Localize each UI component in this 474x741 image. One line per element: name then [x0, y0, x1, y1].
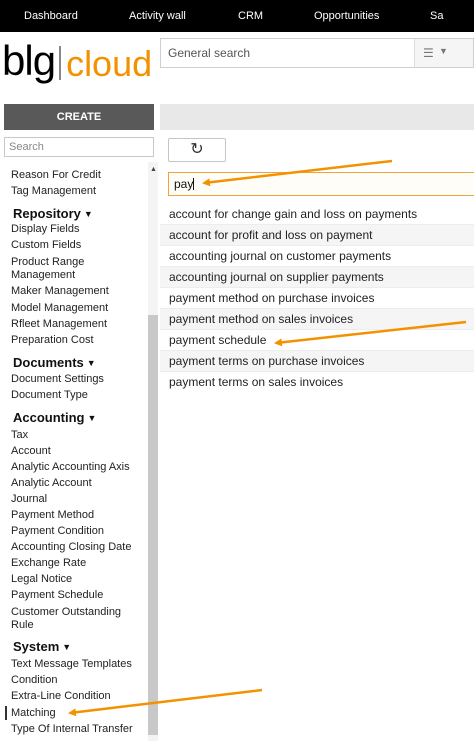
result-item[interactable]: payment terms on purchase invoices — [160, 351, 474, 372]
sidebar-item-type-of-internal-transfer[interactable]: Type Of Internal Transfer — [11, 723, 133, 736]
sidebar-item-matching[interactable]: Matching — [11, 707, 56, 720]
search-scope-dropdown[interactable]: ☰ ▼ — [414, 38, 474, 68]
sidebar-item-model-management[interactable]: Model Management — [11, 302, 108, 315]
sidebar-item-tag-management[interactable]: Tag Management — [11, 185, 96, 198]
sidebar-heading-documents[interactable]: Documents ▼ — [13, 355, 96, 370]
heading-label: System — [13, 639, 60, 654]
refresh-icon: ↻ — [190, 141, 204, 158]
logo-separator — [59, 46, 62, 80]
heading-label: Repository — [13, 206, 81, 221]
sidebar-item-custom-fields[interactable]: Custom Fields — [11, 239, 81, 252]
sidebar-heading-repository[interactable]: Repository ▼ — [13, 206, 93, 221]
sidebar-heading-system[interactable]: System ▼ — [13, 639, 71, 654]
nav-activity-wall[interactable]: Activity wall — [129, 0, 186, 32]
nav-dashboard[interactable]: Dashboard — [24, 0, 78, 32]
result-item[interactable]: payment method on sales invoices — [160, 309, 474, 330]
filter-value: pay — [174, 177, 194, 191]
sidebar-item-document-settings[interactable]: Document Settings — [11, 373, 104, 386]
sidebar-item-product-range-management[interactable]: Product Range Management — [11, 256, 121, 282]
logo[interactable]: blg cloud — [2, 38, 152, 90]
sidebar-heading-accounting[interactable]: Accounting ▼ — [13, 410, 96, 425]
result-item[interactable]: account for profit and loss on payment — [160, 225, 474, 246]
result-item[interactable]: accounting journal on customer payments — [160, 246, 474, 267]
sidebar-item-text-message-templates[interactable]: Text Message Templates — [11, 658, 132, 671]
text-cursor — [193, 178, 195, 190]
sidebar-item-journal[interactable]: Journal — [11, 493, 47, 506]
sidebar-item-document-type[interactable]: Document Type — [11, 389, 88, 402]
logo-text-cloud: cloud — [66, 43, 153, 84]
refresh-button[interactable]: ↻ — [168, 138, 226, 162]
caret-down-icon: ▼ — [62, 642, 72, 652]
sidebar-item-account[interactable]: Account — [11, 445, 51, 458]
sidebar-menu: Reason For Credit Tag Management Reposit… — [4, 160, 148, 741]
chevron-down-icon: ▼ — [439, 46, 448, 56]
sidebar-item-payment-schedule[interactable]: Payment Schedule — [11, 589, 103, 602]
top-navigation: Dashboard Activity wall CRM Opportunitie… — [0, 0, 474, 32]
main-toolbar-bar — [160, 104, 474, 130]
sidebar-item-payment-method[interactable]: Payment Method — [11, 509, 94, 522]
sidebar-item-rfleet-management[interactable]: Rfleet Management — [11, 318, 107, 331]
result-item[interactable]: accounting journal on supplier payments — [160, 267, 474, 288]
sidebar-item-extra-line-condition[interactable]: Extra-Line Condition — [11, 690, 111, 703]
caret-down-icon: ▼ — [86, 358, 96, 368]
sidebar-scrollbar-thumb[interactable] — [148, 315, 158, 735]
sidebar-search-input[interactable]: Search — [4, 137, 154, 157]
settings-filter-input[interactable]: pay — [168, 172, 474, 196]
sidebar-item-analytic-accounting-axis[interactable]: Analytic Accounting Axis — [11, 461, 130, 474]
active-item-marker — [5, 706, 7, 720]
heading-label: Documents — [13, 355, 84, 370]
layers-icon: ☰ — [423, 46, 434, 60]
heading-label: Accounting — [13, 410, 85, 425]
sidebar-item-accounting-closing-date[interactable]: Accounting Closing Date — [11, 541, 131, 554]
sidebar-item-display-fields[interactable]: Display Fields — [11, 223, 79, 236]
sidebar-item-tax[interactable]: Tax — [11, 429, 28, 442]
result-item[interactable]: payment terms on sales invoices — [160, 372, 474, 393]
sidebar-item-exchange-rate[interactable]: Exchange Rate — [11, 557, 86, 570]
result-item[interactable]: payment method on purchase invoices — [160, 288, 474, 309]
nav-sales[interactable]: Sa — [430, 0, 443, 32]
sidebar-item-legal-notice[interactable]: Legal Notice — [11, 573, 72, 586]
sidebar-item-payment-condition[interactable]: Payment Condition — [11, 525, 104, 538]
nav-opportunities[interactable]: Opportunities — [314, 0, 379, 32]
sidebar-item-customer-outstanding-rule[interactable]: Customer Outstanding Rule — [11, 606, 136, 632]
create-button[interactable]: CREATE — [4, 104, 154, 130]
logo-text-blg: blg — [2, 37, 56, 84]
sidebar-item-maker-management[interactable]: Maker Management — [11, 285, 109, 298]
sidebar-item-reason-for-credit[interactable]: Reason For Credit — [11, 169, 101, 182]
sidebar-item-condition[interactable]: Condition — [11, 674, 57, 687]
caret-down-icon: ▼ — [87, 413, 97, 423]
nav-crm[interactable]: CRM — [238, 0, 263, 32]
sidebar-item-analytic-account[interactable]: Analytic Account — [11, 477, 92, 490]
result-item[interactable]: payment schedule — [160, 330, 474, 351]
result-item[interactable]: account for change gain and loss on paym… — [160, 204, 474, 225]
caret-down-icon: ▼ — [83, 209, 93, 219]
general-search-input[interactable]: General search — [160, 38, 420, 68]
sidebar-item-preparation-cost[interactable]: Preparation Cost — [11, 334, 94, 347]
scroll-up-arrow-icon[interactable]: ▲ — [150, 166, 157, 173]
